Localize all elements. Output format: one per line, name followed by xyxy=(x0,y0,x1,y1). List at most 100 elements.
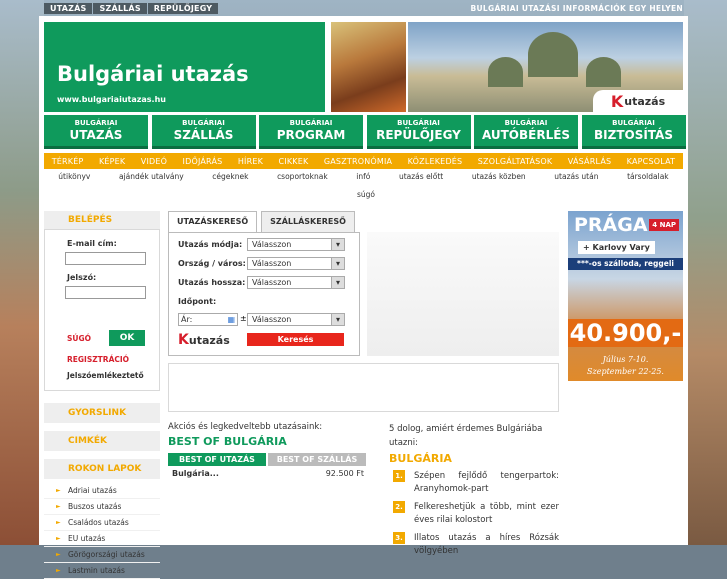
password-field[interactable] xyxy=(65,286,146,299)
promo-banner[interactable]: PRÁGA 4 NAP + Karlovy Vary ***-os szállo… xyxy=(568,211,683,381)
item-text[interactable]: Szépen fejlődő tengerpartok: Aranyhomok-… xyxy=(414,470,559,496)
ad-banner-empty xyxy=(168,363,559,412)
range-select[interactable]: Válasszon xyxy=(247,313,345,326)
nav-small: BULGÁRIAI xyxy=(612,119,655,127)
table-row[interactable]: Bulgária... 92.500 Ft xyxy=(168,469,368,478)
top-link-szallas[interactable]: SZÁLLÁS xyxy=(93,3,147,14)
register-link[interactable]: REGISZTRÁCIÓ xyxy=(67,355,129,364)
subnav-idojaras[interactable]: IDŐJÁRÁS xyxy=(183,157,223,166)
header: Bulgáriai utazás www.bulgariaiutazas.hu … xyxy=(44,22,683,112)
list-item[interactable]: Lastmin utazás xyxy=(44,563,160,579)
offer-name[interactable]: Bulgária... xyxy=(172,469,219,478)
offers-section: Akciós és legkedveltebb utazásaink: BEST… xyxy=(168,422,368,478)
nav-biztositas[interactable]: BULGÁRIAI BIZTOSÍTÁS xyxy=(581,115,686,149)
search-button[interactable]: Keresés xyxy=(247,333,344,346)
list-item[interactable]: 3. Illatos utazás a híres Rózsák völgyéb… xyxy=(379,532,559,558)
country-label: Ország / város: xyxy=(178,259,246,268)
cimkek-heading[interactable]: CIMKÉK xyxy=(44,431,160,451)
tab-utazaskereso[interactable]: UTAZÁSKERESŐ xyxy=(168,211,258,233)
plus-minus: ± xyxy=(240,314,247,323)
item-number: 3. xyxy=(393,532,405,544)
subnav-hirek[interactable]: HÍREK xyxy=(238,157,263,166)
background-left xyxy=(0,0,44,545)
subnav2-utazas-kozben[interactable]: utazás közben xyxy=(472,172,526,181)
item-text[interactable]: Illatos utazás a híres Rózsák völgyében xyxy=(414,532,559,558)
nav-repulojegy[interactable]: BULGÁRIAI REPÜLŐJEGY xyxy=(366,115,471,149)
subnav2-utazas-utan[interactable]: utazás után xyxy=(554,172,598,181)
tab-best-of-szallas[interactable]: BEST OF SZÁLLÁS xyxy=(268,453,366,466)
login-ok-button[interactable]: OK xyxy=(109,330,145,346)
nav-big: AUTÓBÉRLÉS xyxy=(481,128,571,142)
reasons-section: 5 dolog, amiért érdemes Bulgáriába utazn… xyxy=(379,422,559,558)
list-item[interactable]: 2. Felkereshetjük a több, mint ezer éves… xyxy=(379,501,559,527)
mode-select[interactable]: Válasszon xyxy=(247,238,345,251)
search-panel: UTAZÁSKERESŐ SZÁLLÁSKERESŐ Utazás módja:… xyxy=(168,211,360,356)
nav-autoberles[interactable]: BULGÁRIAI AUTÓBÉRLÉS xyxy=(474,115,578,149)
subnav2-ajandek[interactable]: ajándék utalvány xyxy=(119,172,184,181)
nav-szallas[interactable]: BULGÁRIAI SZÁLLÁS xyxy=(151,115,256,149)
list-item[interactable]: 1. Szépen fejlődő tengerpartok: Aranyhom… xyxy=(379,470,559,496)
item-text[interactable]: Felkereshetjük a több, mint ezer éves ri… xyxy=(414,501,559,527)
subnav2-cegeknek[interactable]: cégeknek xyxy=(212,172,248,181)
promo-days: 4 NAP xyxy=(649,219,679,231)
site-title[interactable]: Bulgáriai utazás xyxy=(57,62,249,86)
top-link-utazas[interactable]: UTAZÁS xyxy=(44,3,93,14)
search-background-photo xyxy=(367,232,559,356)
site-url: www.bulgariaiutazas.hu xyxy=(57,95,166,104)
tab-best-of-utazas[interactable]: BEST OF UTAZÁS xyxy=(168,453,266,466)
subnav2-info[interactable]: infó xyxy=(356,172,370,181)
subnav-vasarlas[interactable]: VÁSÁRLÁS xyxy=(568,157,611,166)
promo-date-1: Július 7-10. xyxy=(602,355,649,364)
subnav-video[interactable]: VIDEÓ xyxy=(141,157,167,166)
subnav2-utazas-elott[interactable]: utazás előtt xyxy=(399,172,443,181)
login-title: BELÉPÉS xyxy=(44,211,160,229)
subnav-kozlekedes[interactable]: KÖZLEKEDÉS xyxy=(408,157,463,166)
offers-heading: BEST OF BULGÁRIA xyxy=(168,435,287,448)
gyorslink-heading[interactable]: GYORSLINK xyxy=(44,403,160,423)
nav-program[interactable]: BULGÁRIAI PROGRAM xyxy=(259,115,363,149)
main-nav: BULGÁRIAI UTAZÁS BULGÁRIAI SZÁLLÁS BULGÁRI… xyxy=(44,115,686,149)
mode-label: Utazás módja: xyxy=(178,240,243,249)
price-field[interactable]: Ár: ▦ xyxy=(178,313,238,326)
logo-text: utazás xyxy=(624,94,666,108)
length-select[interactable]: Válasszon xyxy=(247,276,345,289)
subnav-szolgaltatasok[interactable]: SZOLGÁLTATÁSOK xyxy=(478,157,553,166)
calendar-icon[interactable]: ▦ xyxy=(227,314,235,325)
help-link[interactable]: SÚGÓ xyxy=(67,334,91,343)
top-links: UTAZÁS SZÁLLÁS REPÜLŐJEGY xyxy=(44,3,219,14)
subnav-kepek[interactable]: KÉPEK xyxy=(99,157,125,166)
subnav-gasztronomia[interactable]: GASZTRONÓMIA xyxy=(324,157,392,166)
top-link-repulojegy[interactable]: REPÜLŐJEGY xyxy=(147,3,219,14)
kutazas-logo[interactable]: K utazás xyxy=(593,90,683,112)
price-label: Ár: xyxy=(181,315,193,324)
nav-big: SZÁLLÁS xyxy=(173,128,234,142)
forgot-password-link[interactable]: Jelszóemlékeztető xyxy=(67,371,144,380)
subnav2-csoportoknak[interactable]: csoportoknak xyxy=(277,172,328,181)
background-right xyxy=(684,0,727,545)
email-field[interactable] xyxy=(65,252,146,265)
promo-hotel: ***-os szálloda, reggeli xyxy=(568,258,683,270)
promo-date-2: Szeptember 22-25. xyxy=(587,367,664,376)
subnav-cikkek[interactable]: CIKKEK xyxy=(278,157,308,166)
subnav-kapcsolat[interactable]: KAPCSOLAT xyxy=(627,157,676,166)
list-item[interactable]: Adriai utazás xyxy=(44,483,160,499)
subnav2-utikonyv[interactable]: útikönyv xyxy=(58,172,90,181)
list-item[interactable]: Családos utazás xyxy=(44,515,160,531)
header-photo-cathedral: K utazás xyxy=(408,22,683,112)
subnav2-tarsoldalak[interactable]: társoldalak xyxy=(627,172,669,181)
promo-price: 40.900,- xyxy=(568,319,683,347)
nav-big: REPÜLŐJEGY xyxy=(376,128,461,142)
list-item[interactable]: Görögországi utazás xyxy=(44,547,160,563)
list-item[interactable]: Buszos utazás xyxy=(44,499,160,515)
promo-city: PRÁGA xyxy=(574,214,648,236)
subnav-terkep[interactable]: TÉRKÉP xyxy=(52,157,84,166)
logo-text: utazás xyxy=(188,334,230,347)
offer-price: 92.500 Ft xyxy=(325,469,364,478)
nav-big: PROGRAM xyxy=(276,128,346,142)
nav-utazas[interactable]: BULGÁRIAI UTAZÁS xyxy=(44,115,148,149)
subnav2-sugo[interactable]: súgó xyxy=(357,190,375,199)
left-sidebar: BELÉPÉS E-mail cím: Jelszó: SÚGÓ OK REGI… xyxy=(44,211,160,579)
tab-szallaskereso[interactable]: SZÁLLÁSKERESŐ xyxy=(261,211,355,233)
rokon-lapok-heading: ROKON LAPOK xyxy=(44,459,160,479)
country-select[interactable]: Válasszon xyxy=(247,257,345,270)
